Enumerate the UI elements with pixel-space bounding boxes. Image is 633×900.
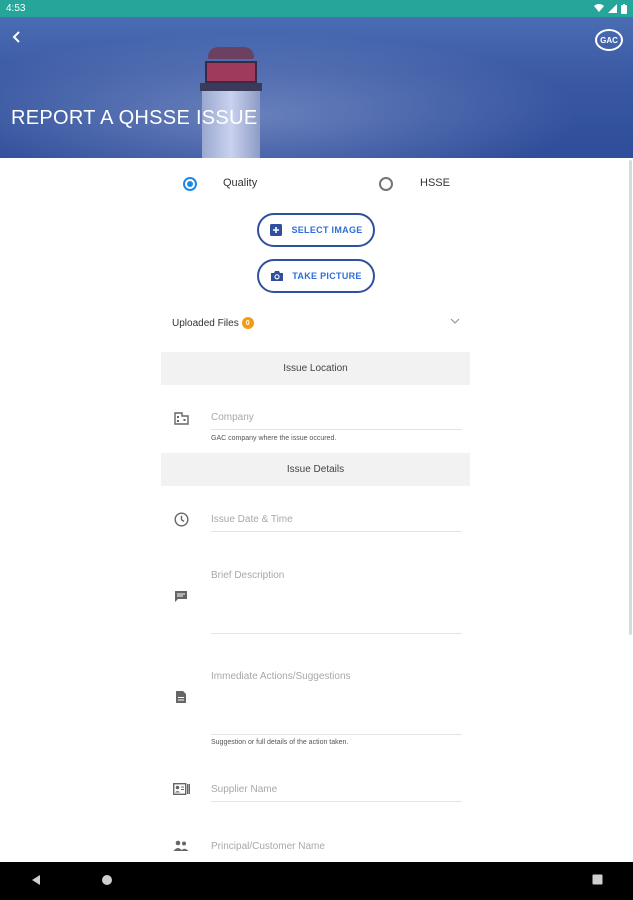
- header-banner: GAC REPORT A QHSSE ISSUE: [0, 17, 633, 158]
- hsse-radio[interactable]: [379, 177, 393, 191]
- supplier-name-placeholder: Supplier Name: [211, 784, 278, 795]
- gac-logo: GAC: [595, 29, 623, 51]
- brief-description-underline: [211, 633, 462, 634]
- supplier-name-field[interactable]: Supplier Name: [172, 779, 462, 805]
- immediate-actions-placeholder: Immediate Actions/Suggestions: [211, 671, 351, 682]
- take-picture-button[interactable]: TAKE PICTURE: [257, 259, 375, 293]
- document-icon: [172, 688, 190, 706]
- wifi-icon: [594, 4, 604, 12]
- circle-home-icon: [101, 874, 112, 885]
- back-arrow-icon: [12, 31, 20, 43]
- principal-customer-name-field[interactable]: Principal/Customer Name: [172, 836, 462, 860]
- chevron-down-icon: [450, 316, 460, 327]
- principal-customer-name-placeholder: Principal/Customer Name: [211, 841, 325, 852]
- scrollbar-thumb[interactable]: [629, 160, 632, 635]
- issue-datetime-underline: [211, 531, 462, 532]
- triangle-back-icon: [32, 874, 40, 885]
- clock-icon: [172, 510, 190, 528]
- supplier-name-underline: [211, 801, 462, 802]
- issue-datetime-placeholder: Issue Date & Time: [211, 514, 293, 525]
- brief-description-placeholder: Brief Description: [211, 570, 285, 581]
- company-field[interactable]: Company GAC company where the issue occu…: [172, 408, 462, 448]
- brief-description-field[interactable]: Brief Description: [172, 566, 462, 636]
- status-time: 4:53: [6, 3, 26, 14]
- uploaded-files-count-badge: 0: [241, 317, 254, 329]
- select-image-button[interactable]: SELECT IMAGE: [257, 213, 375, 247]
- immediate-actions-field[interactable]: Immediate Actions/Suggestions Suggestion…: [172, 667, 462, 747]
- issue-location-header: Issue Location: [161, 352, 470, 385]
- nav-home-button[interactable]: [99, 874, 115, 889]
- lighthouse-image: [196, 47, 266, 158]
- add-box-icon: [269, 223, 283, 237]
- people-icon: [172, 837, 190, 855]
- business-icon: [172, 409, 190, 427]
- back-button[interactable]: [12, 29, 32, 49]
- uploaded-files-toggle[interactable]: Uploaded Files 0: [172, 314, 462, 332]
- report-type-group: Quality HSSE: [0, 174, 633, 194]
- status-bar: 4:53: [0, 0, 633, 17]
- immediate-actions-helper-text: Suggestion or full details of the action…: [211, 739, 349, 746]
- navigation-bar: [0, 862, 633, 900]
- company-helper-text: GAC company where the issue occured.: [211, 435, 337, 442]
- camera-icon: [270, 269, 284, 283]
- hsse-radio-label[interactable]: HSSE: [420, 177, 450, 189]
- nav-back-button[interactable]: [28, 874, 44, 889]
- issue-details-header: Issue Details: [161, 453, 470, 486]
- take-picture-label: TAKE PICTURE: [292, 271, 362, 281]
- contact-card-icon: [172, 780, 190, 798]
- page-title: REPORT A QHSSE ISSUE: [11, 107, 258, 129]
- status-icons: [594, 3, 627, 14]
- square-recents-icon: [592, 874, 602, 885]
- company-placeholder: Company: [211, 412, 254, 423]
- header-fog: [0, 17, 633, 158]
- signal-icon: [608, 4, 617, 13]
- company-underline: [211, 429, 462, 430]
- nav-recents-button[interactable]: [589, 874, 605, 888]
- immediate-actions-underline: [211, 734, 462, 735]
- issue-datetime-field[interactable]: Issue Date & Time: [172, 509, 462, 535]
- comment-icon: [172, 587, 190, 605]
- select-image-label: SELECT IMAGE: [291, 225, 363, 235]
- quality-radio-label[interactable]: Quality: [223, 177, 257, 189]
- battery-icon: [621, 3, 627, 14]
- quality-radio[interactable]: [183, 177, 197, 191]
- uploaded-files-label: Uploaded Files: [172, 317, 239, 329]
